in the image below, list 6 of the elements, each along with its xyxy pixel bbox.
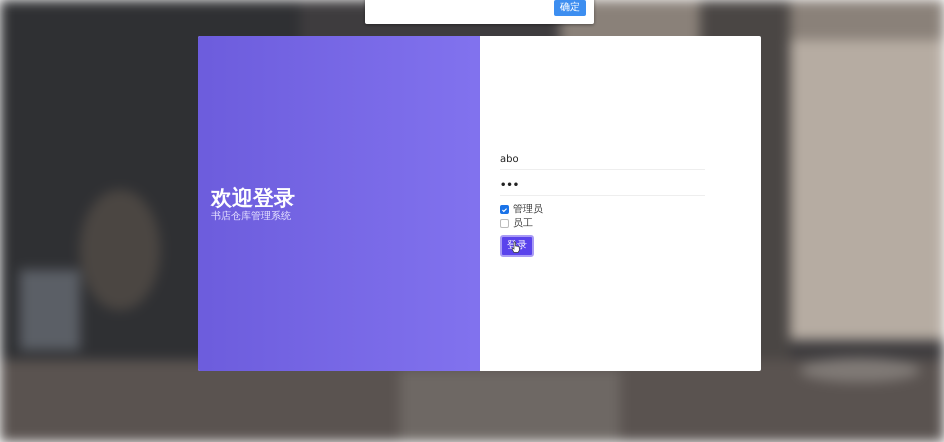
checkbox[interactable] bbox=[500, 205, 509, 214]
checkbox[interactable] bbox=[500, 219, 509, 228]
role-label: 员工 bbox=[513, 218, 533, 229]
welcome-title: 欢迎登录 bbox=[211, 184, 295, 210]
role-label: 管理员 bbox=[513, 204, 543, 215]
system-name: 书店仓库管理系统 bbox=[211, 210, 291, 222]
